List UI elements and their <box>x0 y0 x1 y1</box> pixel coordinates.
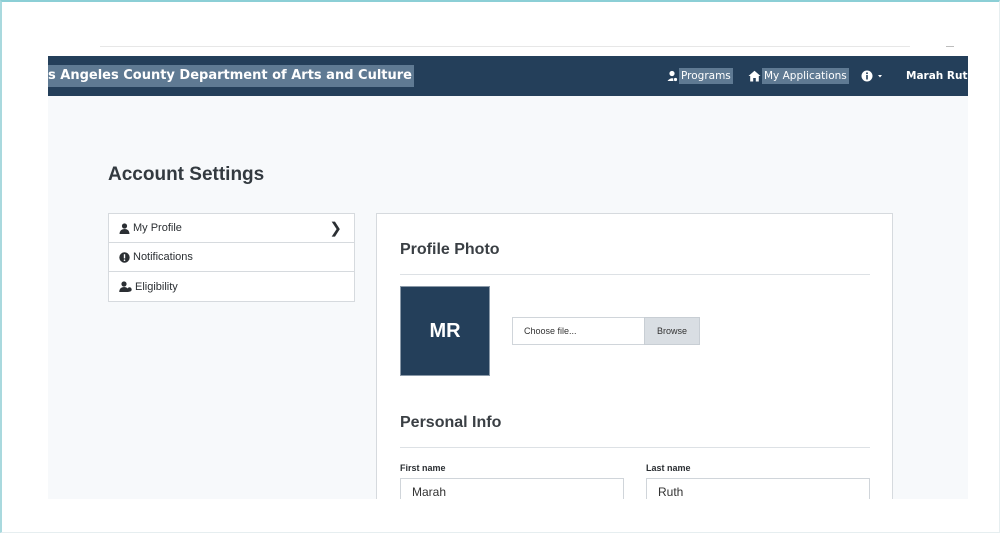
personal-info-heading: Personal Info <box>400 414 502 431</box>
last-name-label: Last name <box>646 463 691 473</box>
divider <box>946 46 954 47</box>
nav-my-applications-label: My Applications <box>762 68 849 84</box>
chevron-right-icon: ❯ <box>329 220 342 237</box>
divider <box>100 46 910 47</box>
settings-side-menu: My Profile ❯ Notifications Eligibility <box>108 213 355 302</box>
user-icon <box>119 222 130 234</box>
profile-photo-heading: Profile Photo <box>400 241 500 258</box>
caret-down-icon <box>878 75 882 78</box>
user-name[interactable]: Marah Ruth <box>906 67 968 85</box>
file-upload-group: Choose file... Browse <box>512 317 700 345</box>
first-name-field[interactable]: Marah <box>400 478 624 499</box>
browse-button[interactable]: Browse <box>644 317 700 345</box>
brand-title[interactable]: s Angeles County Department of Arts and … <box>48 65 414 87</box>
user-check-icon <box>119 281 132 292</box>
nav-programs-label: Programs <box>679 68 733 84</box>
divider <box>400 274 870 275</box>
page-title: Account Settings <box>108 164 265 185</box>
side-menu-item-eligibility[interactable]: Eligibility <box>109 272 354 301</box>
side-menu-item-notifications[interactable]: Notifications <box>109 243 354 272</box>
profile-card: Profile Photo MR Choose file... Browse P… <box>376 213 893 499</box>
top-navbar: s Angeles County Department of Arts and … <box>48 56 968 96</box>
choose-file-input[interactable]: Choose file... <box>512 317 644 345</box>
programs-icon <box>667 70 678 82</box>
last-name-field[interactable]: Ruth <box>646 478 870 499</box>
exclamation-circle-icon <box>119 251 130 263</box>
app-window: s Angeles County Department of Arts and … <box>48 56 968 499</box>
side-menu-item-label: Eligibility <box>135 280 178 293</box>
first-name-label: First name <box>400 463 446 473</box>
help-dropdown[interactable] <box>861 67 887 85</box>
avatar: MR <box>400 286 490 376</box>
nav-my-applications-link[interactable]: My Applications <box>748 67 849 85</box>
nav-programs-link[interactable]: Programs <box>666 67 733 85</box>
side-menu-item-label: My Profile <box>133 222 182 234</box>
side-menu-item-my-profile[interactable]: My Profile ❯ <box>109 214 354 243</box>
info-icon <box>861 70 873 82</box>
home-icon <box>748 70 761 82</box>
divider <box>400 447 870 448</box>
side-menu-item-label: Notifications <box>133 251 193 263</box>
